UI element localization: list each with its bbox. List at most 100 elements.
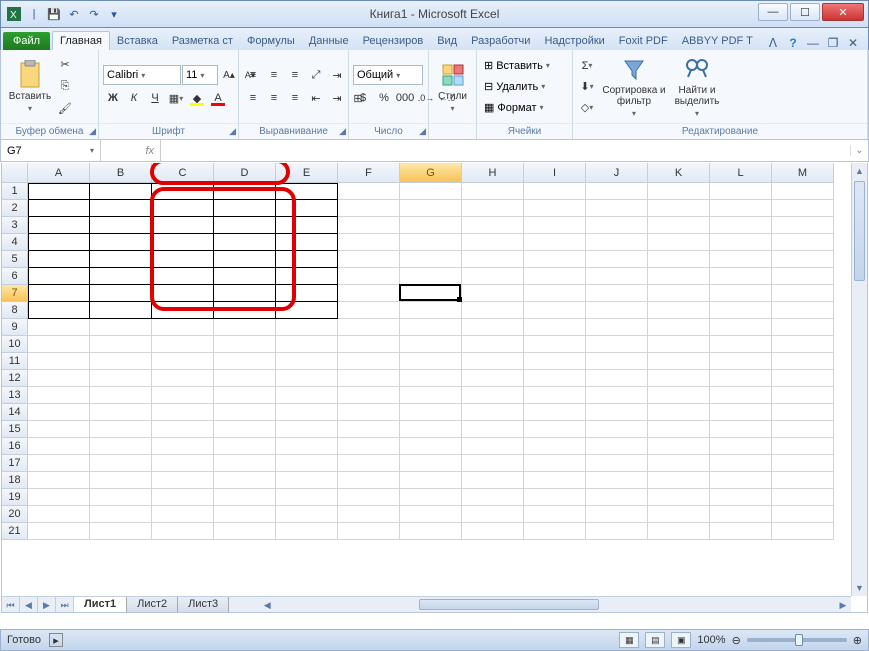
cell[interactable] [586,438,648,455]
cell[interactable] [710,200,772,217]
cell[interactable] [28,523,90,540]
cell[interactable] [586,353,648,370]
cell[interactable] [214,421,276,438]
cell[interactable] [152,387,214,404]
cell[interactable] [648,489,710,506]
workbook-minimize-icon[interactable]: — [806,36,820,50]
tab-home[interactable]: Главная [52,31,110,50]
cell[interactable] [772,336,834,353]
row-header-1[interactable]: 1 [2,183,28,200]
align-center-button[interactable]: ≡ [264,88,284,108]
sort-filter-button[interactable]: Сортировка и фильтр▾ [601,55,667,118]
cell[interactable] [710,183,772,200]
cell[interactable] [400,370,462,387]
cell[interactable] [152,302,214,319]
cell[interactable] [524,319,586,336]
cell[interactable] [400,472,462,489]
cell[interactable] [28,251,90,268]
cell[interactable] [710,472,772,489]
sheet-nav-next[interactable]: ▶ [38,597,56,612]
tab-addins[interactable]: Надстройки [537,32,611,50]
cell[interactable] [586,472,648,489]
alignment-launcher-icon[interactable]: ◢ [339,126,346,137]
cell[interactable] [276,506,338,523]
align-left-button[interactable]: ≡ [243,88,263,108]
undo-button[interactable]: ↶ [65,5,83,23]
col-header-M[interactable]: M [772,163,834,183]
zoom-slider-knob[interactable] [795,634,803,646]
cell[interactable] [400,234,462,251]
cell[interactable] [710,387,772,404]
cell[interactable] [400,455,462,472]
col-header-B[interactable]: B [90,163,152,183]
cell[interactable] [586,370,648,387]
expand-formula-bar[interactable]: ⌄ [850,145,868,156]
view-normal-button[interactable]: ▦ [619,632,639,648]
sheet-tab-1[interactable]: Лист1 [74,597,127,613]
sheet-nav-first[interactable]: ⏮ [2,597,20,612]
align-middle-button[interactable]: ≡ [264,65,284,85]
cell[interactable] [710,251,772,268]
tab-foxit[interactable]: Foxit PDF [612,32,675,50]
cell[interactable] [462,336,524,353]
cell[interactable] [772,370,834,387]
cell[interactable] [648,200,710,217]
format-cells-button[interactable]: ▦Формат▾ [481,98,553,118]
cell[interactable] [214,251,276,268]
cell[interactable] [214,489,276,506]
cell[interactable] [772,268,834,285]
workbook-restore-icon[interactable]: ❐ [826,36,840,50]
cell[interactable] [90,285,152,302]
vscroll-thumb[interactable] [854,181,865,281]
cell[interactable] [648,319,710,336]
tab-abbyy[interactable]: ABBYY PDF T [675,32,760,50]
sheet-nav-prev[interactable]: ◀ [20,597,38,612]
cell[interactable] [90,268,152,285]
cell[interactable] [338,234,400,251]
cell[interactable] [90,319,152,336]
cell[interactable] [338,183,400,200]
cell[interactable] [586,234,648,251]
cell[interactable] [586,404,648,421]
row-header-19[interactable]: 19 [2,489,28,506]
cell[interactable] [648,302,710,319]
row-header-18[interactable]: 18 [2,472,28,489]
cell[interactable] [648,506,710,523]
cell[interactable] [338,285,400,302]
decrease-indent-button[interactable]: ⇤ [306,88,326,108]
cell[interactable] [276,404,338,421]
cell[interactable] [28,455,90,472]
cell[interactable] [90,251,152,268]
cell[interactable] [276,183,338,200]
cell[interactable] [524,251,586,268]
cell[interactable] [710,438,772,455]
row-header-15[interactable]: 15 [2,421,28,438]
cell[interactable] [338,387,400,404]
col-header-F[interactable]: F [338,163,400,183]
cell[interactable] [338,200,400,217]
cell[interactable] [276,523,338,540]
cell[interactable] [338,251,400,268]
fill-color-button[interactable]: ◆ [187,88,207,108]
cell[interactable] [152,285,214,302]
scroll-down-icon[interactable]: ▼ [852,580,867,596]
cell[interactable] [152,200,214,217]
cell[interactable] [462,251,524,268]
hscroll-thumb[interactable] [419,599,599,610]
tab-review[interactable]: Рецензиров [356,32,431,50]
cell[interactable] [214,319,276,336]
cell[interactable] [214,353,276,370]
cell[interactable] [772,404,834,421]
cell[interactable] [276,234,338,251]
font-name-combo[interactable]: Calibri▾ [103,65,181,85]
cell[interactable] [710,319,772,336]
row-header-3[interactable]: 3 [2,217,28,234]
cell[interactable] [462,234,524,251]
formula-input[interactable] [161,140,850,161]
border-button[interactable]: ▦▾ [166,88,186,108]
cell[interactable] [338,319,400,336]
col-header-D[interactable]: D [214,163,276,183]
copy-button[interactable]: ⎘ [55,77,75,97]
fill-button[interactable]: ⬇▾ [577,77,597,97]
cell[interactable] [524,523,586,540]
